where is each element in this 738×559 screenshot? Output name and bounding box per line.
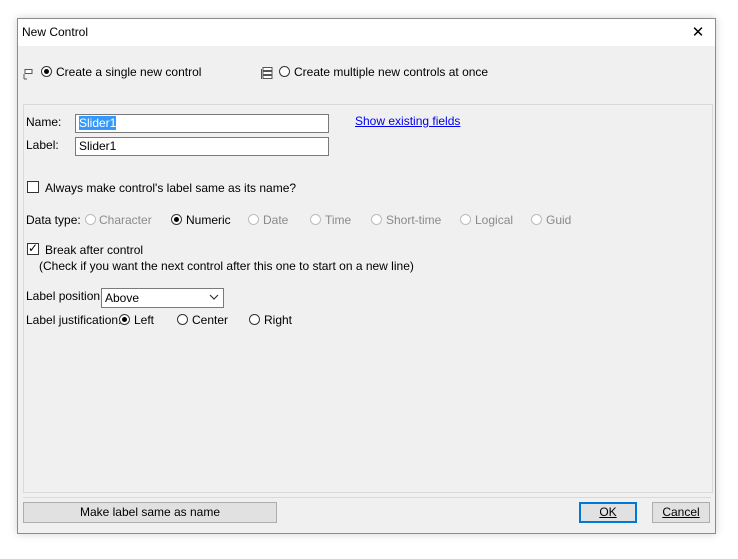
data-type-time-label: Time (325, 213, 352, 227)
single-control-icon (23, 69, 33, 80)
label-input[interactable]: Slider1 (75, 137, 329, 156)
data-type-guid-radio[interactable] (531, 214, 542, 225)
data-type-numeric-radio[interactable] (171, 214, 182, 225)
justify-left-label: Left (134, 313, 155, 327)
cancel-button-label: Cancel (662, 505, 700, 519)
label-justification-label: Label justification: (26, 313, 122, 327)
data-type-time-radio[interactable] (310, 214, 321, 225)
justify-right-label: Right (264, 313, 293, 327)
data-type-numeric-label: Numeric (186, 213, 231, 227)
ok-button[interactable]: OK (579, 502, 637, 523)
justify-left-radio[interactable] (119, 314, 130, 325)
name-input[interactable]: Slider1 (75, 114, 329, 133)
new-control-dialog: New Control ✕ Create a single new contro… (17, 18, 716, 534)
close-icon[interactable]: ✕ (681, 19, 715, 46)
justify-center-radio[interactable] (177, 314, 188, 325)
multiple-controls-icon (261, 67, 273, 79)
single-control-radio[interactable] (41, 66, 52, 77)
data-type-date-label: Date (263, 213, 289, 227)
always-same-label-checkbox[interactable] (27, 181, 39, 193)
data-type-character-radio[interactable] (85, 214, 96, 225)
label-position-value: Above (105, 291, 140, 305)
data-type-logical-label: Logical (475, 213, 514, 227)
title-bar: New Control ✕ (18, 19, 715, 46)
name-label: Name: (26, 115, 62, 129)
data-type-character-label: Character (99, 213, 152, 227)
multiple-controls-radio[interactable] (279, 66, 290, 77)
always-same-label-text: Always make control's label same as its … (45, 181, 297, 195)
make-label-same-button[interactable]: Make label same as name (23, 502, 277, 523)
justify-right-radio[interactable] (249, 314, 260, 325)
cancel-button[interactable]: Cancel (652, 502, 710, 523)
break-after-checkbox[interactable] (27, 241, 39, 255)
data-type-date-radio[interactable] (248, 214, 259, 225)
label-label: Label: (26, 138, 59, 152)
multiple-controls-label: Create multiple new controls at once (294, 65, 489, 79)
footer-divider (23, 497, 711, 498)
break-after-hint: (Check if you want the next control afte… (39, 259, 414, 273)
show-existing-fields-link[interactable]: Show existing fields (355, 114, 460, 128)
label-input-value: Slider1 (79, 139, 117, 153)
data-type-short-time-label: Short-time (386, 213, 442, 227)
label-position-label: Label position: (26, 289, 104, 303)
data-type-short-time-radio[interactable] (371, 214, 382, 225)
name-input-value: Slider1 (79, 116, 117, 130)
ok-button-label: OK (599, 505, 617, 519)
chevron-down-icon (209, 291, 219, 306)
data-type-logical-radio[interactable] (460, 214, 471, 225)
justify-center-label: Center (192, 313, 229, 327)
break-after-label: Break after control (45, 243, 144, 257)
data-type-guid-label: Guid (546, 213, 572, 227)
data-type-label: Data type: (26, 213, 81, 227)
label-position-select[interactable]: Above (101, 288, 224, 308)
window-title: New Control (22, 25, 89, 39)
single-control-label: Create a single new control (56, 65, 202, 79)
